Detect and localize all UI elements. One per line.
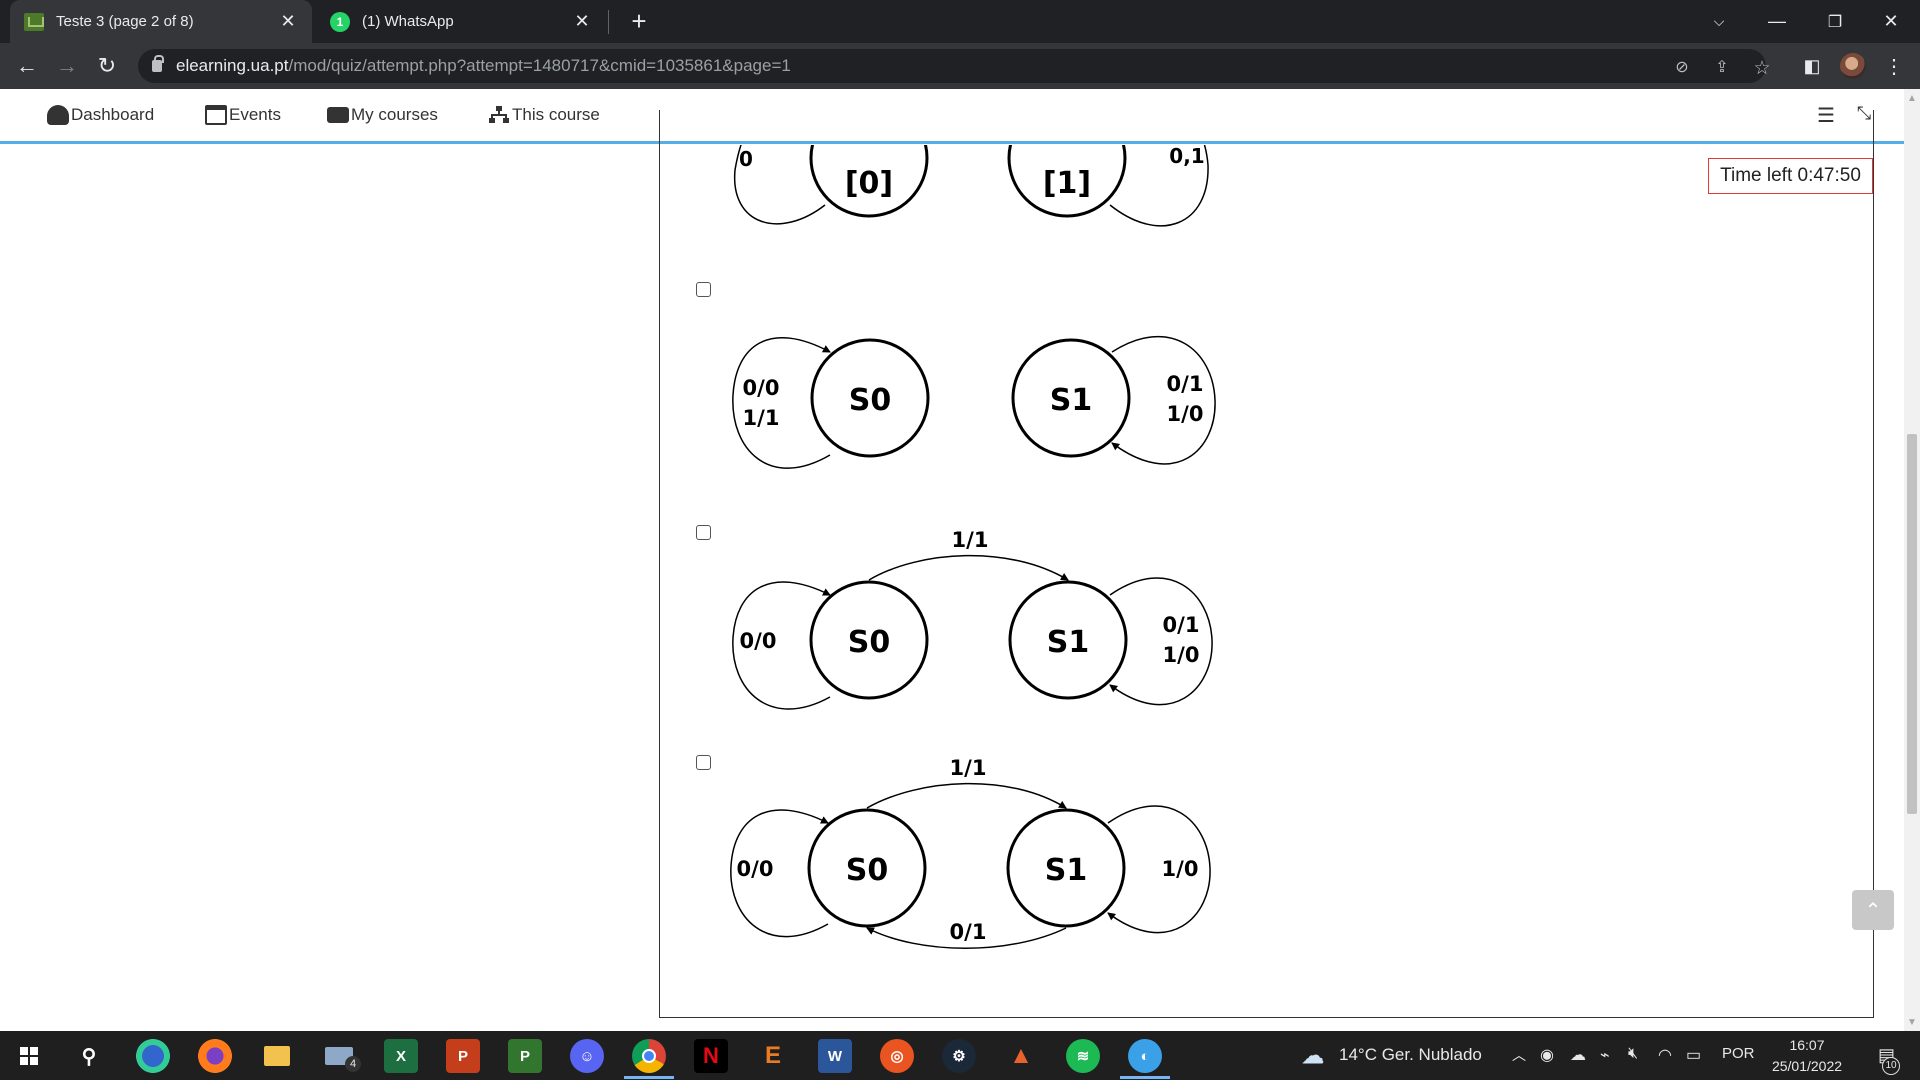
netflix-icon[interactable]: N [694,1039,728,1073]
loop-label-s1: 0,1 [1169,144,1204,168]
show-hidden-icons-icon[interactable]: ︿ [1512,1045,1526,1065]
steam-icon[interactable]: ⚙ [942,1039,976,1073]
state-s0-name: S0 [846,853,888,888]
diagram-option-2: S0 0/0 1/1 S1 0/1 1/0 [732,335,1216,469]
battery-icon[interactable]: ▭ [1686,1045,1701,1065]
state-s1-output: [1] [1043,166,1091,201]
back-to-top-button[interactable]: ⌃ [1852,890,1894,930]
globe-app-icon[interactable]: ◐ [1128,1039,1162,1073]
transition-s0-s1 [868,554,1069,581]
transition-s0-s1 [866,782,1067,809]
state-s0-output: [0] [845,166,893,201]
diagram-option-4: 1/1 0/1 S0 0/0 S1 1/0 [730,756,1211,949]
state-s1-name: S1 [1046,105,1088,140]
weather-cloud-icon[interactable]: ☁ [1296,1039,1330,1073]
loop-label-s0-a: 0/0 [743,376,780,400]
transition-label-bottom: 0/1 [950,920,987,944]
active-app-indicator [624,1076,674,1079]
loop-label-s1-b: 1/0 [1163,643,1200,667]
active-app-indicator [1120,1076,1170,1079]
windows-start-icon[interactable] [20,1047,38,1065]
chrome-icon[interactable] [632,1039,666,1073]
loop-label-s1-a: 0/1 [1167,372,1204,396]
state-s1-name: S1 [1047,625,1089,660]
state-s0-name: S0 [848,105,890,140]
ubuntu-icon[interactable]: ◎ [880,1039,914,1073]
clock-time[interactable]: 16:07 [1762,1037,1852,1053]
excel-icon[interactable]: X [384,1039,418,1073]
language-indicator[interactable]: POR [1722,1045,1755,1062]
notifications-count: 10 [1882,1057,1900,1075]
onedrive-icon[interactable]: ☁ [1570,1045,1586,1065]
transition-label-top: 1/1 [952,528,989,552]
elearning-app-icon[interactable]: E [756,1039,790,1073]
search-icon[interactable]: ⚲ [72,1039,106,1073]
word-icon[interactable]: W [818,1039,852,1073]
loop-label-s1-b: 1/0 [1167,402,1204,426]
project-icon[interactable]: P [508,1039,542,1073]
tray-app-icon[interactable]: ◉ [1540,1045,1554,1065]
state-s0-name: S0 [848,625,890,660]
state-diagrams: S0 [0] 0 S1 [1] 0,1 S0 0/0 1/1 S1 0/1 1/… [730,105,1216,949]
diagram-option-1: S0 [0] 0 S1 [1] 0,1 [734,105,1209,227]
loop-label-s0-a: 0/0 [740,629,777,653]
transition-label-top: 1/1 [950,756,987,780]
state-s1-name: S1 [1045,853,1087,888]
powerpoint-icon[interactable]: P [446,1039,480,1073]
edge-icon[interactable] [136,1039,170,1073]
file-explorer-icon[interactable] [260,1039,294,1073]
discord-icon[interactable]: ☺ [570,1039,604,1073]
clock-date[interactable]: 25/01/2022 [1762,1058,1852,1074]
loop-label-s1-a: 1/0 [1162,857,1199,881]
weather-text[interactable]: 14°C Ger. Nublado [1339,1045,1482,1065]
firefox-icon[interactable] [198,1039,232,1073]
volume-muted-icon[interactable]: 🔇︎ [1628,1045,1638,1063]
mail-badge: 4 [345,1056,361,1072]
matlab-icon[interactable]: ▲ [1004,1039,1038,1073]
loop-label-s1-a: 0/1 [1163,613,1200,637]
windows-taskbar: ⚲ 4 X P P ☺ N E W ◎ ⚙ ▲ ≋ ◐ ☁ 14°C Ger. … [0,1031,1920,1080]
state-s0-name: S0 [849,383,891,418]
loop-label-s0: 0 [739,147,753,171]
diagram-option-3: 1/1 S0 0/0 S1 0/1 1/0 [732,528,1213,710]
loop-label-s0-b: 1/1 [743,406,780,430]
network-tray-icon[interactable]: ⌁ [1600,1045,1610,1065]
wifi-icon[interactable]: ◠ [1658,1045,1672,1065]
state-s1-name: S1 [1050,383,1092,418]
loop-label-s0-a: 0/0 [737,857,774,881]
spotify-icon[interactable]: ≋ [1066,1039,1100,1073]
